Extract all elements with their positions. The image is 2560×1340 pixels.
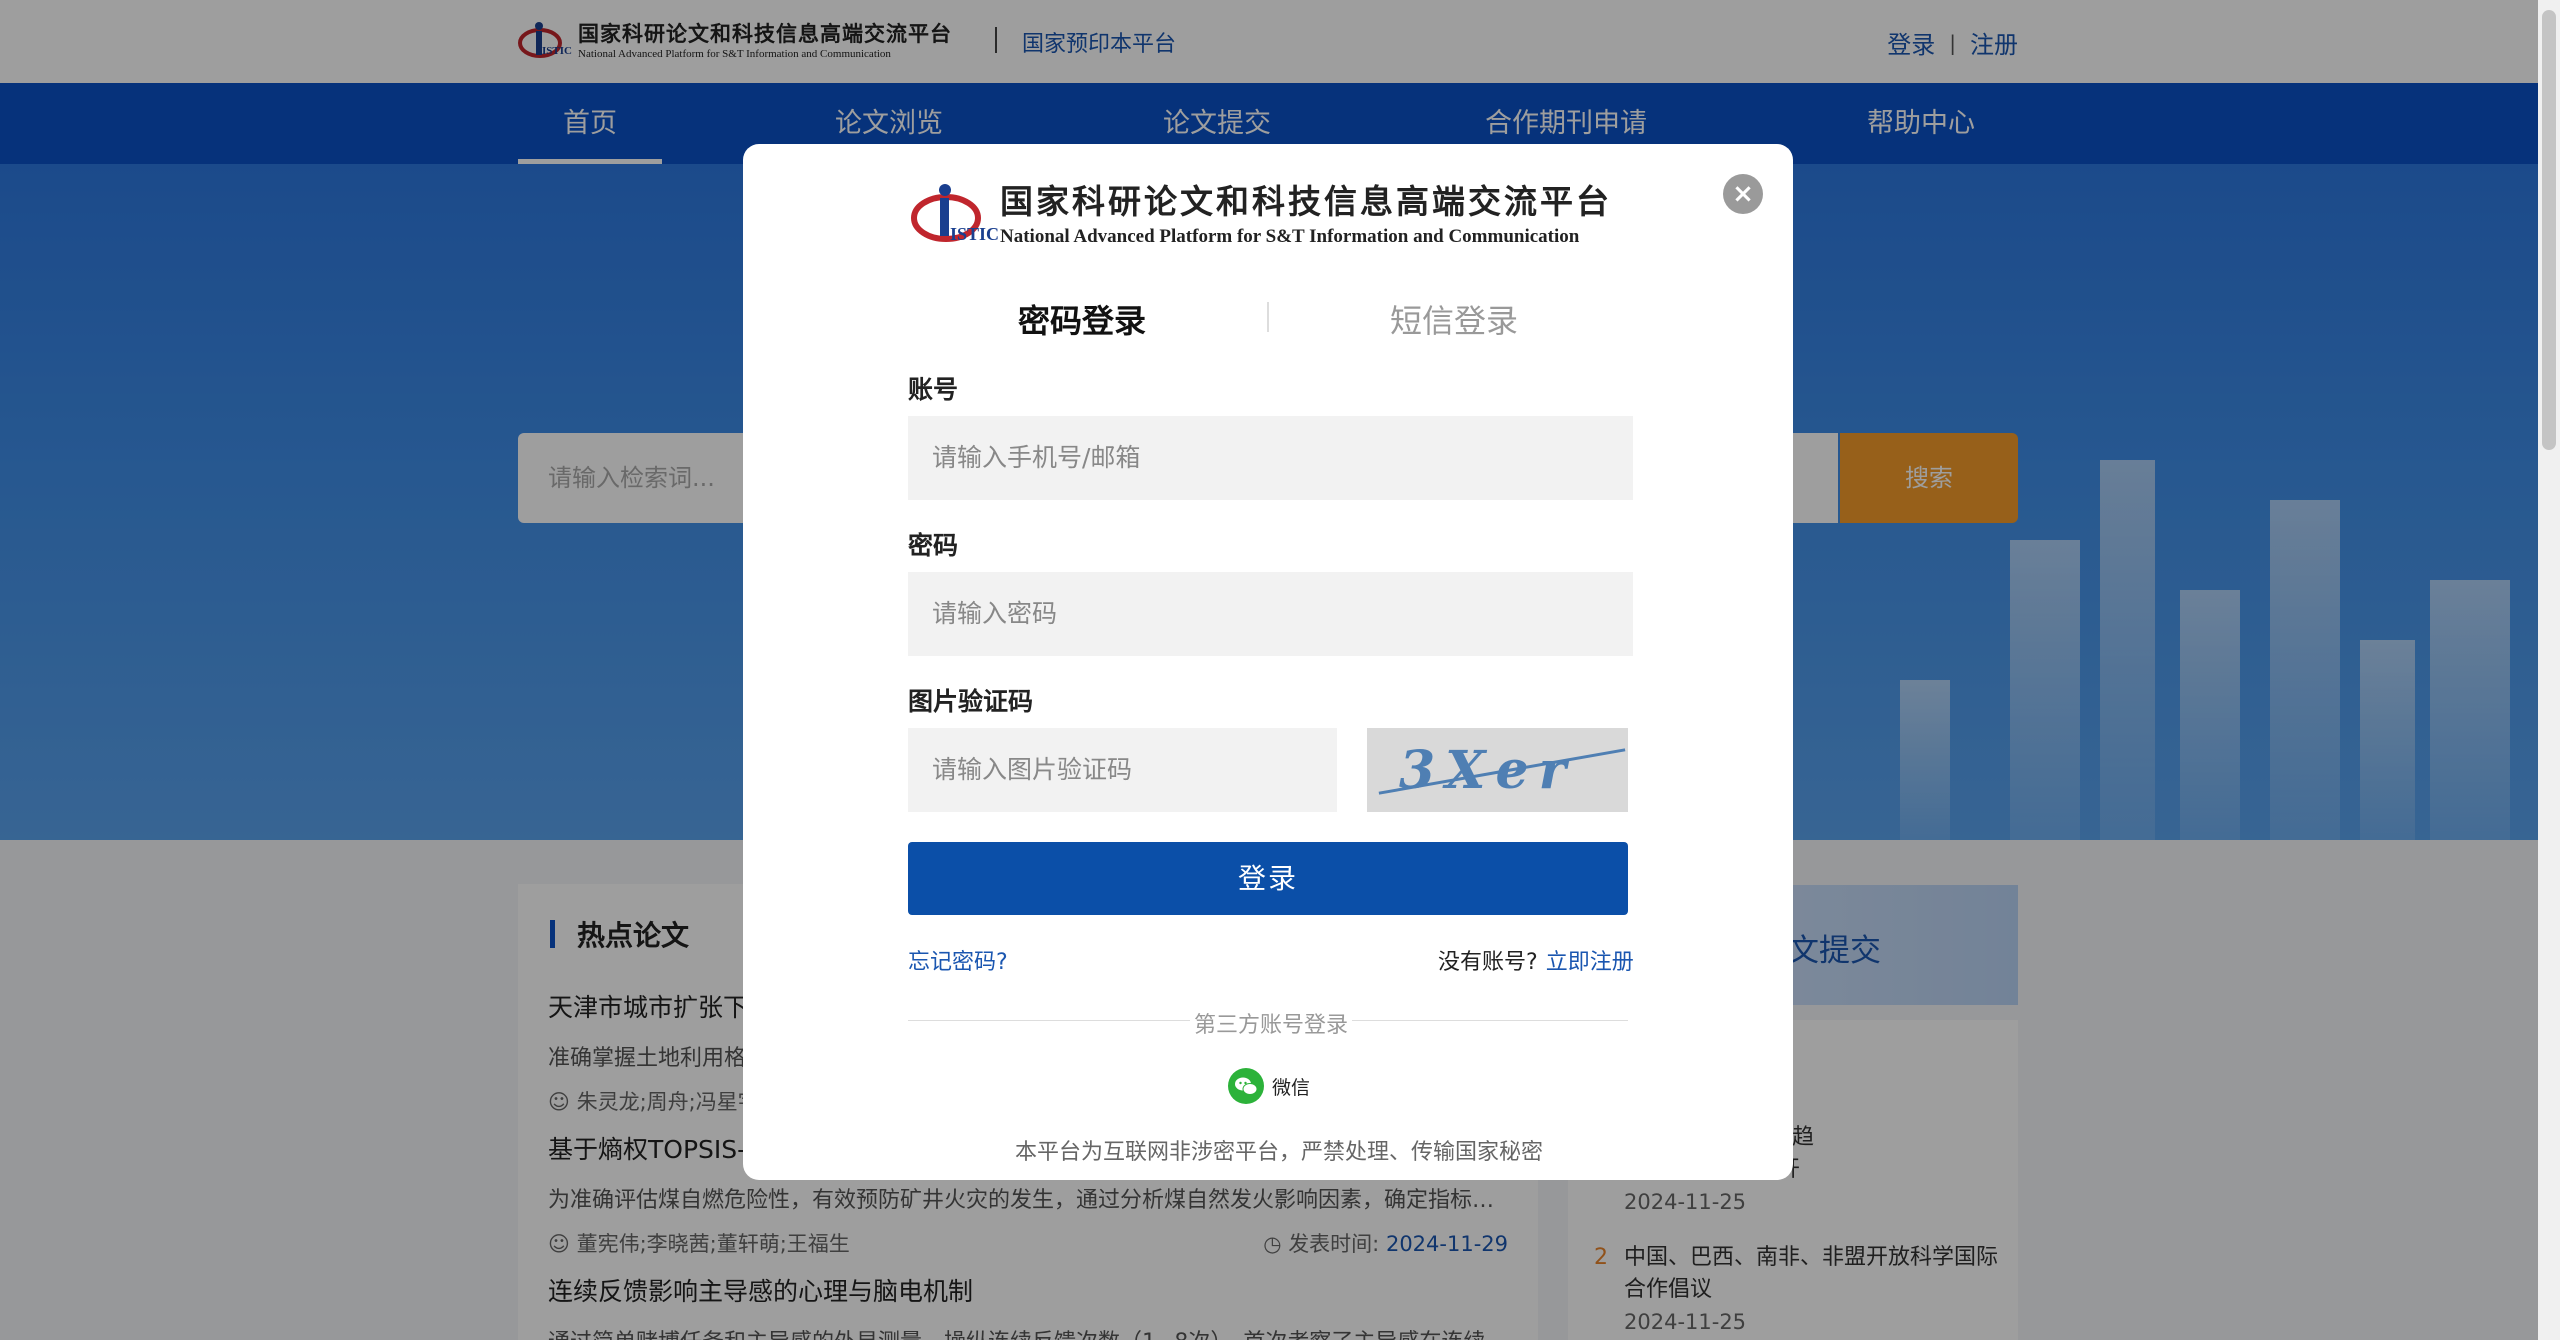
modal-logo-title-en: National Advanced Platform for S&T Infor…: [1000, 225, 1580, 247]
password-input[interactable]: 请输入密码: [908, 572, 1633, 656]
tab-password-login[interactable]: 密码登录: [1018, 296, 1146, 342]
divider: [908, 1020, 1190, 1021]
divider: [1352, 1020, 1628, 1021]
wechat-icon: [1228, 1068, 1264, 1104]
captcha-input[interactable]: 请输入图片验证码: [908, 728, 1337, 812]
modal-logo: ISTIC 国家科研论文和科技信息高端交流平台 National Advance…: [910, 180, 1612, 250]
forgot-password-link[interactable]: 忘记密码?: [908, 944, 1008, 976]
close-icon[interactable]: ×: [1723, 174, 1763, 214]
tab-sms-login[interactable]: 短信登录: [1390, 296, 1518, 342]
password-label: 密码: [908, 531, 959, 560]
wechat-login-button[interactable]: 微信: [1228, 1068, 1310, 1104]
captcha-image[interactable]: 3Xer: [1367, 728, 1628, 812]
scrollbar-thumb[interactable]: [2542, 10, 2556, 450]
third-party-login-label: 第三方账号登录: [1194, 1013, 1349, 1038]
page-scrollbar[interactable]: [2538, 0, 2560, 1340]
istic-logo-icon: ISTIC: [910, 180, 999, 250]
tab-separator: [1267, 302, 1269, 332]
wechat-label: 微信: [1272, 1076, 1311, 1099]
captcha-label: 图片验证码: [908, 687, 1034, 716]
account-label: 账号: [908, 375, 959, 404]
login-button[interactable]: 登录: [908, 842, 1628, 915]
no-account-text: 没有账号? 立即注册: [1438, 950, 1634, 975]
modal-logo-title-cn: 国家科研论文和科技信息高端交流平台: [1000, 181, 1612, 221]
account-input[interactable]: 请输入手机号/邮箱: [908, 416, 1633, 500]
security-notice: 本平台为互联网非涉密平台，严禁处理、传输国家秘密: [1015, 1140, 1544, 1165]
register-now-link[interactable]: 立即注册: [1546, 950, 1634, 975]
